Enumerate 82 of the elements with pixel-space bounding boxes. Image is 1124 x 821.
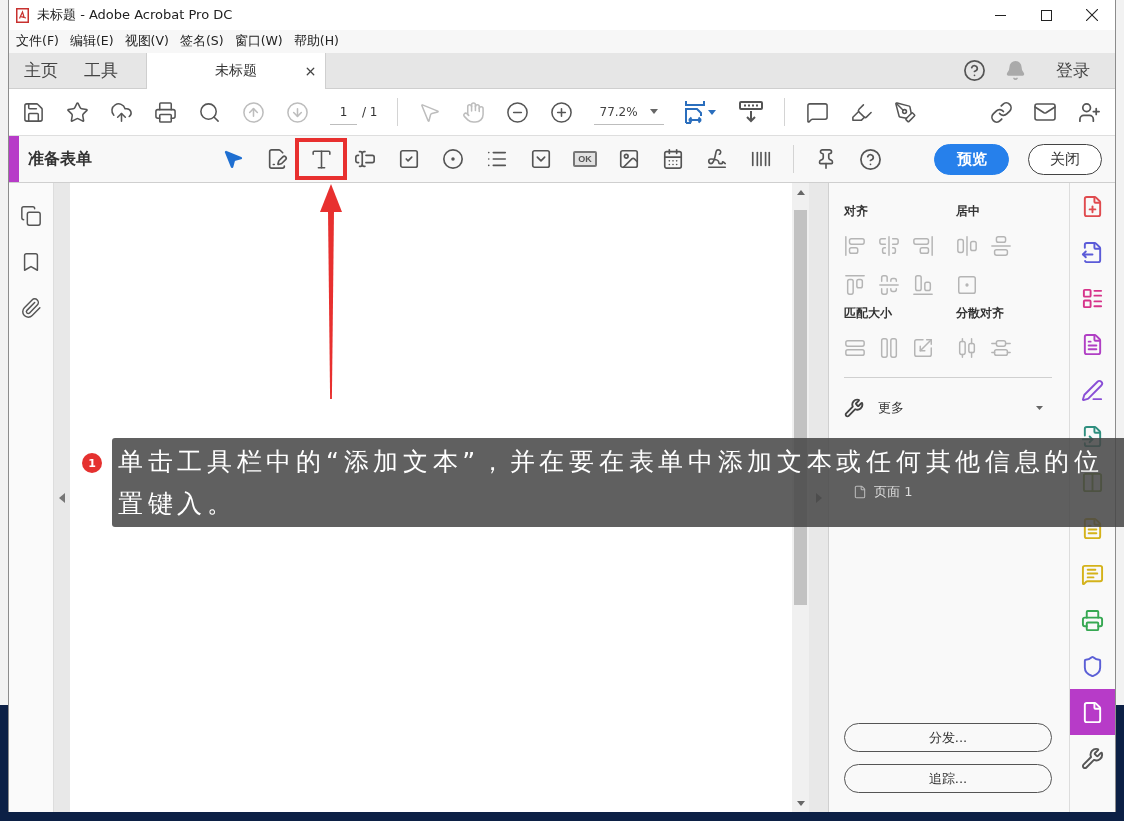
image-icon — [618, 148, 640, 170]
section-heading: 对齐 — [844, 203, 869, 220]
scroll-down-icon — [738, 101, 763, 123]
caret-down-icon — [708, 109, 716, 115]
form-toolbar-title: 准备表单 — [27, 148, 93, 170]
more-dropdown[interactable]: 更多 — [844, 393, 1052, 423]
zoom-field[interactable]: 77.2% — [593, 99, 664, 125]
document-icon — [1081, 332, 1104, 356]
close-icon — [1086, 9, 1098, 21]
help-button[interactable] — [963, 59, 986, 82]
window-title: 未标题 - Adobe Acrobat Pro DC — [37, 6, 233, 24]
page-number-field[interactable]: 1 — [330, 99, 357, 125]
document-tab-label: 未标题 — [215, 62, 257, 80]
maximize-icon — [1040, 9, 1052, 21]
field-tree-item[interactable]: 页面 1 — [874, 483, 913, 501]
speech-bubble-icon — [806, 100, 829, 124]
sign-in-link[interactable]: 登录 — [1056, 59, 1090, 82]
link-icon — [989, 100, 1013, 124]
arrow-down-circle-icon — [285, 100, 309, 124]
user-plus-icon — [1077, 100, 1101, 124]
menu-item[interactable]: 编辑(E) — [69, 33, 114, 50]
menu-item[interactable]: 文件(F) — [16, 33, 59, 50]
page-arrows-icon — [685, 100, 705, 124]
radio-icon — [442, 148, 464, 170]
shield-icon — [1081, 654, 1104, 678]
comment-icon — [1081, 562, 1104, 586]
nav-tab[interactable]: 工具 — [71, 53, 131, 88]
search-icon — [197, 100, 221, 124]
file-icon — [16, 7, 29, 23]
printer-icon — [153, 100, 177, 124]
dropdown-icon — [530, 148, 552, 170]
file-export-icon — [1081, 240, 1104, 264]
document-tab[interactable]: 未标题 — [146, 53, 326, 89]
signature-icon — [706, 148, 728, 170]
layout-list-icon — [1081, 286, 1104, 310]
bell-icon — [1005, 60, 1026, 81]
nav-tab[interactable]: 主页 — [11, 53, 71, 88]
section-heading: 匹配大小 — [844, 305, 893, 322]
pen-icon — [1081, 378, 1104, 402]
cloud-upload-icon — [109, 100, 133, 124]
paperclip-icon — [20, 297, 42, 319]
minimize-icon — [994, 14, 1006, 16]
accent-bar — [9, 136, 19, 182]
menu-item[interactable]: 签名(S) — [179, 33, 224, 50]
section-heading: 分散对齐 — [956, 305, 1005, 322]
help-icon — [963, 59, 986, 82]
page-icon — [853, 485, 867, 499]
caret-left-icon — [59, 492, 65, 503]
checkbox-icon — [398, 148, 420, 170]
arrow-up-circle-icon — [241, 100, 265, 124]
menu-item[interactable]: 帮助(H) — [293, 33, 339, 50]
hand-icon — [462, 100, 485, 124]
caret-down-icon — [1036, 406, 1043, 410]
star-icon — [65, 100, 89, 124]
page-total: / 1 — [362, 105, 378, 119]
close-form-button[interactable]: 关闭 — [1028, 143, 1102, 175]
file-plus-icon — [1081, 194, 1104, 218]
caret-up-icon — [796, 189, 805, 195]
pointer-icon — [222, 148, 244, 170]
pen-nib-icon — [894, 100, 917, 124]
file-icon — [1081, 700, 1104, 724]
help-icon — [858, 147, 882, 171]
caret-down-icon — [796, 800, 805, 806]
envelope-icon — [1033, 100, 1057, 124]
caret-down-icon — [649, 109, 658, 114]
calendar-icon — [662, 148, 684, 170]
wrench-icon — [844, 398, 864, 418]
add-text-button[interactable] — [295, 138, 347, 180]
plus-circle-icon — [550, 100, 573, 124]
document-pencil-icon — [266, 148, 288, 170]
button-field-tool[interactable]: OK — [563, 138, 607, 180]
menu-item[interactable]: 窗口(W) — [234, 33, 283, 50]
printer-icon — [1081, 608, 1104, 632]
save-icon — [21, 100, 45, 124]
section-heading: 居中 — [956, 203, 981, 220]
minus-circle-icon — [506, 100, 529, 124]
text-field-icon — [354, 148, 376, 170]
preview-button[interactable]: 预览 — [934, 143, 1009, 175]
wrench-icon — [1081, 746, 1104, 770]
pages-icon — [20, 205, 42, 227]
menu-item[interactable]: 视图(V) — [124, 33, 169, 50]
prepare-form-button[interactable] — [1070, 689, 1115, 735]
